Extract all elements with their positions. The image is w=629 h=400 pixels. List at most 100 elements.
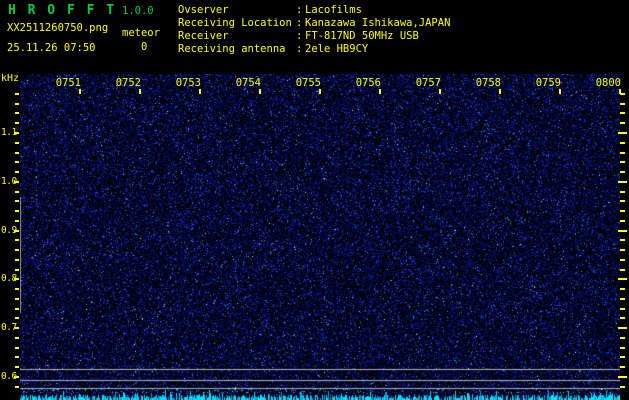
freq-minor-tick-right xyxy=(620,356,625,359)
time-tick xyxy=(439,89,441,94)
freq-major-tick-left xyxy=(14,132,19,134)
freq-major-tick-right xyxy=(618,327,627,330)
freq-minor-tick-left xyxy=(15,297,19,300)
freq-minor-tick-right xyxy=(620,200,625,203)
freq-major-tick-left xyxy=(14,229,19,232)
station-row: Ovserver: Lacofilms xyxy=(178,4,450,17)
freq-minor-tick-right xyxy=(620,151,625,154)
freq-major-tick-left xyxy=(14,278,19,281)
freq-major-tick-left xyxy=(14,327,19,330)
time-tick xyxy=(139,89,141,94)
capture-filename: XX2511260750.png xyxy=(7,22,109,34)
freq-minor-tick-right xyxy=(620,249,625,252)
time-tick xyxy=(559,89,561,94)
time-tick-label: 0800 xyxy=(595,77,621,89)
freq-minor-tick-left xyxy=(15,366,19,369)
meteor-counter-value: 0 xyxy=(141,41,148,53)
time-tick-label: 0752 xyxy=(115,77,141,89)
time-tick xyxy=(499,89,501,94)
station-info: Ovserver: Lacofilms Receiving Location: Kan… xyxy=(178,4,450,56)
freq-minor-tick-left xyxy=(15,161,19,164)
freq-minor-tick-right xyxy=(620,288,625,291)
freq-minor-tick-right xyxy=(620,336,625,339)
freq-minor-tick-left xyxy=(15,249,19,252)
freq-minor-tick-left xyxy=(15,171,19,174)
freq-minor-tick-left xyxy=(15,112,19,115)
freq-minor-tick-left xyxy=(15,317,19,320)
freq-minor-tick-left xyxy=(15,346,19,349)
freq-minor-tick-left xyxy=(15,356,19,359)
freq-minor-tick-right xyxy=(620,307,625,310)
freq-minor-tick-right xyxy=(620,268,625,271)
freq-minor-tick-left xyxy=(15,122,19,125)
meteor-counter-label: meteor xyxy=(122,27,160,39)
freq-minor-tick-left xyxy=(15,385,19,388)
freq-minor-tick-right xyxy=(620,102,625,105)
station-label: Ovserver xyxy=(178,4,229,16)
freq-minor-tick-right xyxy=(620,317,625,320)
freq-minor-tick-right xyxy=(620,258,625,261)
freq-minor-tick-right xyxy=(620,190,625,193)
freq-minor-tick-left xyxy=(15,258,19,261)
freq-major-tick-right xyxy=(618,229,627,232)
freq-minor-tick-left xyxy=(15,92,19,95)
station-row: Receiving Location: Kanazawa Ishikawa,JAP… xyxy=(178,17,450,30)
time-tick xyxy=(79,89,81,94)
time-tick xyxy=(259,89,261,94)
station-value: 2ele HB9CY xyxy=(305,43,369,55)
app-title: H R O F F T xyxy=(8,3,117,18)
freq-minor-tick-right xyxy=(620,171,625,174)
freq-minor-tick-right xyxy=(620,239,625,242)
freq-minor-tick-right xyxy=(620,161,625,164)
freq-minor-tick-left xyxy=(15,336,19,339)
time-tick-label: 0753 xyxy=(175,77,201,89)
time-tick xyxy=(619,89,621,94)
station-label: Receiving antenna xyxy=(178,43,286,55)
freq-minor-tick-right xyxy=(620,219,625,222)
station-row: Receiving antenna:2ele HB9CY xyxy=(178,43,450,56)
freq-minor-tick-left xyxy=(15,190,19,193)
station-label: Receiving Location xyxy=(178,17,292,29)
freq-minor-tick-right xyxy=(620,297,625,300)
freq-minor-tick-right xyxy=(620,112,625,115)
station-value: Kanazawa Ishikawa,JAPAN xyxy=(305,17,451,29)
freq-minor-tick-right xyxy=(620,346,625,349)
time-tick-label: 0758 xyxy=(475,77,501,89)
station-separator: : xyxy=(296,4,303,16)
freq-minor-tick-right xyxy=(620,122,625,125)
freq-minor-tick-left xyxy=(15,141,19,144)
freq-minor-tick-right xyxy=(620,141,625,144)
freq-minor-tick-left xyxy=(15,219,19,222)
station-separator: : xyxy=(296,17,303,29)
time-tick xyxy=(379,89,381,94)
time-tick-label: 0757 xyxy=(415,77,441,89)
station-label: Receiver xyxy=(178,30,229,42)
spectrogram-canvas xyxy=(20,74,620,400)
freq-minor-tick-left xyxy=(15,151,19,154)
station-separator: : xyxy=(296,43,303,55)
time-tick-label: 0759 xyxy=(535,77,561,89)
freq-minor-tick-left xyxy=(15,288,19,291)
hrofft-screen: H R O F F T 1.0.0 XX2511260750.png meteo… xyxy=(0,0,629,400)
time-tick-label: 0754 xyxy=(235,77,261,89)
freq-major-tick-left xyxy=(14,376,19,378)
capture-datetime: 25.11.26 07:50 xyxy=(7,42,96,54)
time-tick xyxy=(319,89,321,94)
freq-minor-tick-right xyxy=(620,210,625,213)
station-separator: : xyxy=(296,30,303,42)
freq-major-tick-left xyxy=(14,180,19,183)
freq-major-tick-right xyxy=(618,132,627,134)
freq-minor-tick-left xyxy=(15,239,19,242)
freq-minor-tick-left xyxy=(15,200,19,203)
time-tick xyxy=(199,89,201,94)
time-tick-label: 0756 xyxy=(355,77,381,89)
station-row: Receiver: FT-817ND 50MHz USB xyxy=(178,30,450,43)
freq-minor-tick-left xyxy=(15,102,19,105)
station-value: Lacofilms xyxy=(305,4,362,16)
freq-minor-tick-left xyxy=(15,268,19,271)
time-tick-label: 0755 xyxy=(295,77,321,89)
freq-major-tick-right xyxy=(618,278,627,281)
freq-major-tick-right xyxy=(618,376,627,378)
freq-minor-tick-left xyxy=(15,307,19,310)
freq-minor-tick-right xyxy=(620,366,625,369)
